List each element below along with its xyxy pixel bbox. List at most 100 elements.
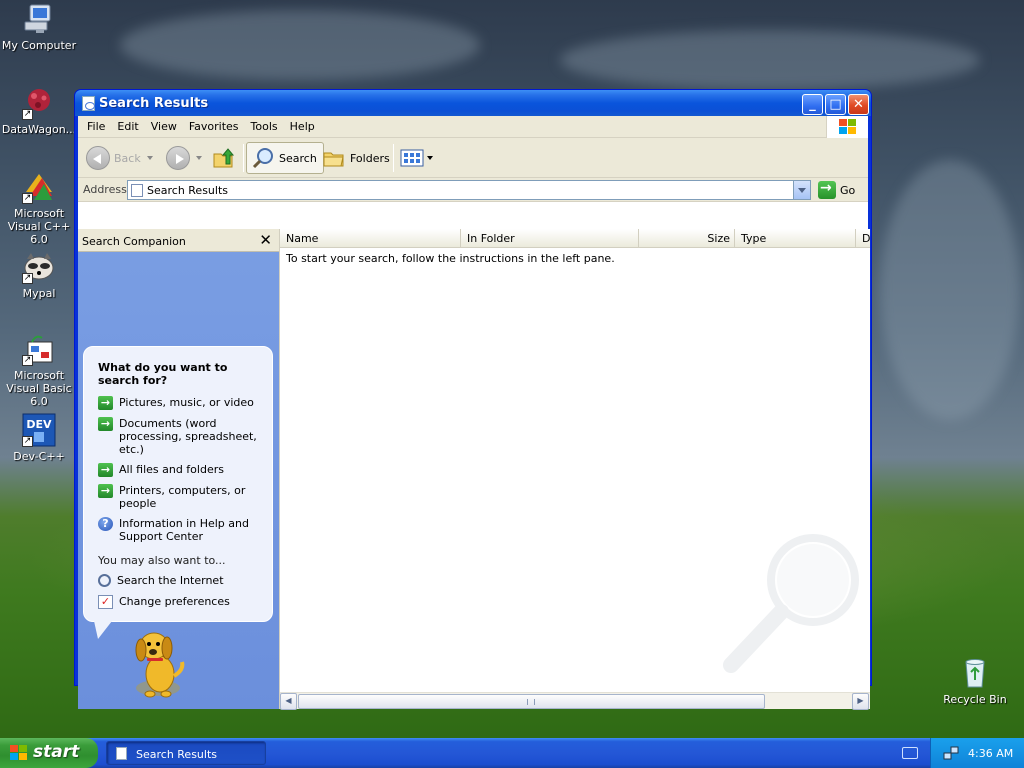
option-search-internet[interactable]: Search the Internet: [98, 574, 268, 587]
option-pictures-music-video[interactable]: → Pictures, music, or video: [98, 396, 268, 410]
menu-tools[interactable]: Tools: [245, 116, 284, 138]
maximize-button[interactable]: □: [825, 94, 846, 115]
column-headers: Name In Folder Size Type D: [280, 229, 870, 248]
shortcut-arrow-icon: ↗: [22, 273, 33, 284]
search-results-icon: [131, 184, 143, 197]
option-help-support[interactable]: ? Information in Help and Support Center: [98, 517, 268, 543]
dev-cpp-icon: DEV ↗: [22, 413, 56, 447]
horizontal-scrollbar[interactable]: ◀ ▶: [280, 692, 870, 710]
desktop-icon-my-computer[interactable]: My Computer: [0, 2, 78, 52]
menu-edit[interactable]: Edit: [111, 116, 144, 138]
toolbar-separator: [393, 144, 394, 172]
scroll-thumb[interactable]: [298, 694, 765, 709]
option-label: Change preferences: [119, 595, 230, 608]
back-button[interactable]: Back: [86, 142, 153, 174]
views-button[interactable]: [400, 142, 433, 174]
search-companion-pane: Search Companion ✕ What do you want to s…: [78, 229, 279, 709]
computer-icon: [22, 2, 56, 36]
start-button[interactable]: start: [0, 738, 98, 768]
windows-logo: [826, 116, 868, 138]
keyboard-icon[interactable]: [902, 747, 918, 759]
column-date[interactable]: D: [856, 229, 870, 248]
option-printers-computers-people[interactable]: → Printers, computers, or people: [98, 484, 268, 510]
go-button[interactable]: Go: [818, 180, 855, 200]
search-window-icon: [82, 96, 95, 111]
address-input[interactable]: Search Results: [127, 180, 811, 200]
green-arrow-icon: →: [98, 463, 113, 477]
desktop-icon-dev-cpp[interactable]: DEV ↗ Dev-C++: [0, 413, 78, 463]
desktop-icon-label: DataWagon...: [1, 123, 77, 136]
option-label: Search the Internet: [117, 574, 224, 587]
views-icon: [400, 149, 424, 167]
svg-text:DEV: DEV: [26, 418, 52, 431]
windows-flag-icon: [839, 119, 857, 135]
search-window-icon: [116, 747, 127, 760]
menu-view[interactable]: View: [145, 116, 183, 138]
option-all-files-folders[interactable]: → All files and folders: [98, 463, 268, 477]
green-arrow-icon: →: [98, 484, 113, 498]
network-icon[interactable]: [943, 745, 959, 761]
taskbar-item-search-results[interactable]: Search Results: [106, 741, 266, 765]
option-change-preferences[interactable]: ✓ Change preferences: [98, 595, 268, 609]
go-arrow-icon: [818, 180, 836, 199]
desktop-icon-label: Microsoft Visual Basic 6.0: [6, 369, 72, 408]
clock[interactable]: 4:36 AM: [968, 747, 1013, 760]
shortcut-arrow-icon: ↗: [22, 193, 33, 204]
window-client: FileEditViewFavoritesToolsHelp Back: [78, 116, 870, 710]
option-documents[interactable]: → Documents (word processing, spreadshee…: [98, 417, 268, 456]
scroll-grip: [527, 699, 535, 705]
green-arrow-icon: →: [98, 417, 113, 431]
window-titlebar[interactable]: Search Results _ □ ✕: [75, 90, 871, 116]
close-button[interactable]: ✕: [848, 94, 869, 115]
also-want-label: You may also want to...: [98, 554, 226, 567]
scroll-left-button[interactable]: ◀: [280, 693, 297, 710]
toolbar: Back Search Folders: [78, 138, 868, 178]
folders-button[interactable]: Folders: [322, 142, 390, 174]
forward-button[interactable]: [166, 142, 202, 174]
folders-icon: [323, 152, 344, 167]
search-dog-icon[interactable]: [128, 626, 188, 701]
desktop-icon-visual-cpp[interactable]: ↗ Microsoft Visual C++ 6.0: [0, 170, 78, 246]
option-label: All files and folders: [119, 463, 224, 476]
scroll-right-button[interactable]: ▶: [852, 693, 869, 710]
search-options-bubble: What do you want to search for? → Pictur…: [83, 346, 273, 639]
magnifier-watermark-icon: [723, 525, 873, 675]
option-label: Documents (word processing, spreadsheet,…: [119, 417, 257, 456]
column-name[interactable]: Name: [280, 229, 461, 248]
search-internet-icon: [98, 574, 111, 587]
address-label: Address: [83, 183, 127, 196]
search-results-window: Search Results _ □ ✕ File Edit View Favorit…: [74, 89, 872, 710]
shortcut-arrow-icon: ↗: [22, 436, 33, 447]
column-size[interactable]: Size: [639, 229, 735, 248]
desktop-icon-datawagon[interactable]: ↗ DataWagon...: [0, 86, 78, 136]
visual-cpp-icon: ↗: [22, 170, 56, 204]
address-dropdown-button[interactable]: [793, 181, 810, 199]
raccoon-icon: ↗: [22, 250, 56, 284]
menu-file[interactable]: File: [81, 116, 111, 138]
menu-favorites[interactable]: Favorites: [183, 116, 245, 138]
desktop-icon-visual-basic[interactable]: ↗ Microsoft Visual Basic 6.0: [0, 332, 78, 408]
menu-help[interactable]: Help: [284, 116, 321, 138]
up-folder-icon: [213, 148, 235, 168]
desktop-icon-mypal[interactable]: ↗ Mypal: [0, 250, 78, 300]
menu-bar: File Edit View Favorites Tools Help: [78, 116, 868, 138]
minimize-button[interactable]: _: [802, 94, 823, 115]
shortcut-arrow-icon: ↗: [22, 355, 33, 366]
search-button[interactable]: Search: [246, 142, 324, 174]
desktop-icon-recycle-bin[interactable]: Recycle Bin: [936, 656, 1014, 706]
column-type[interactable]: Type: [735, 229, 856, 248]
option-label: Pictures, music, or video: [119, 396, 254, 409]
windows-flag-icon: [10, 745, 28, 761]
desktop-icon-label: Mypal: [22, 287, 56, 300]
search-label: Search: [279, 151, 317, 165]
chevron-down-icon: [427, 156, 433, 160]
chevron-down-icon: [146, 156, 153, 160]
column-in-folder[interactable]: In Folder: [461, 229, 639, 248]
search-question: What do you want to search for?: [98, 361, 228, 387]
address-value: Search Results: [147, 184, 229, 197]
option-label: Information in Help and Support Center: [119, 517, 249, 543]
close-icon[interactable]: ✕: [259, 231, 272, 249]
system-tray: 4:36 AM: [930, 738, 1024, 768]
search-companion-header: Search Companion ✕: [78, 229, 279, 252]
up-folder-button[interactable]: [212, 142, 236, 174]
